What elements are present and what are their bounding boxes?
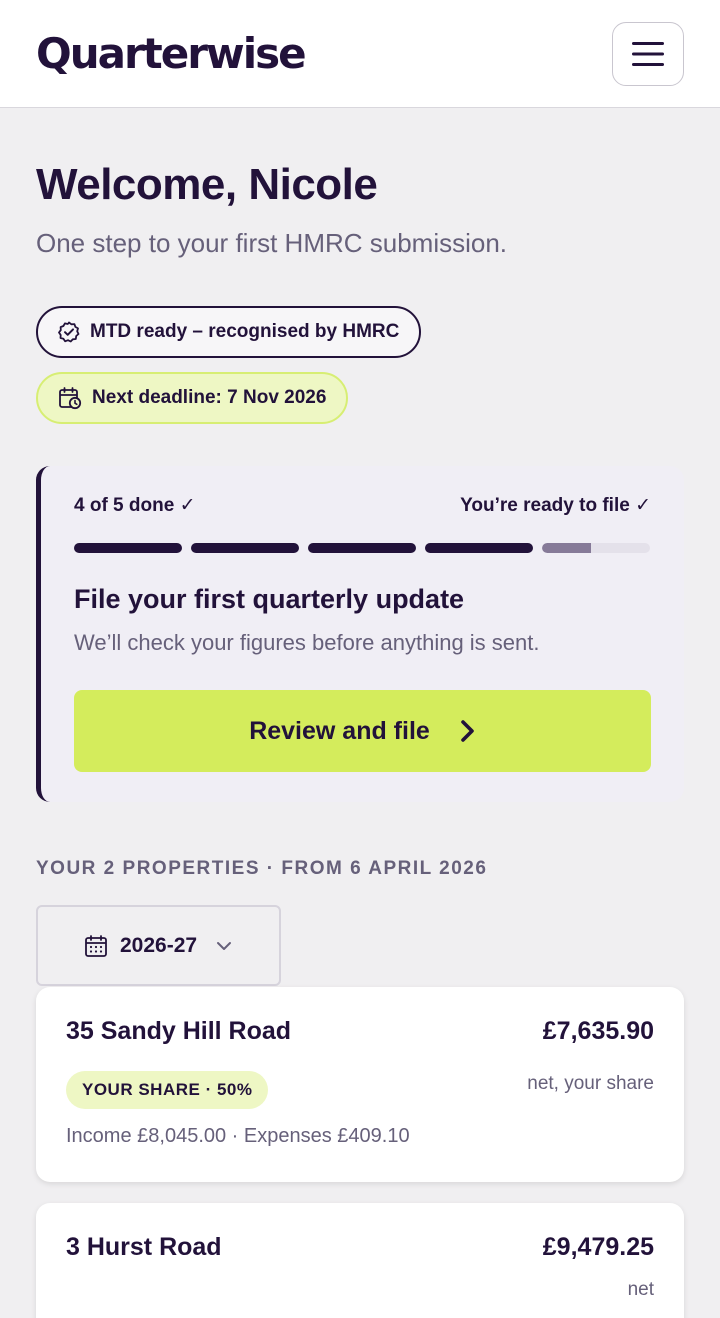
- progress-segment-2: [191, 543, 299, 553]
- share-badge: YOUR SHARE · 50%: [66, 1071, 269, 1109]
- mtd-ready-badge: MTD ready – recognised by HMRC: [36, 306, 422, 358]
- app-logo[interactable]: Quarterwise: [36, 26, 307, 82]
- page-subtitle: One step to your first HMRC submission.: [36, 228, 508, 258]
- property-card[interactable]: 35 Sandy Hill Road £7,635.90 net, your s…: [36, 987, 684, 1182]
- quarterly-update-title: File your first quarterly update: [74, 584, 465, 614]
- property-amount-caption: net, your share: [527, 1073, 654, 1094]
- progress-segment-4: [425, 543, 533, 553]
- next-deadline-badge: Next deadline: 7 Nov 2026: [36, 372, 349, 424]
- property-income-expenses: Income £8,045.00 · Expenses £409.10: [66, 1125, 410, 1147]
- check-badge-icon: [58, 321, 80, 343]
- property-net-amount: £7,635.90: [542, 1017, 654, 1045]
- menu-button[interactable]: [612, 22, 684, 86]
- chevron-right-icon: [461, 720, 474, 742]
- property-name: 35 Sandy Hill Road: [66, 1017, 292, 1045]
- property-name: 3 Hurst Road: [66, 1233, 222, 1261]
- progress-segment-5: [542, 543, 650, 553]
- progress-segment-3: [308, 543, 416, 553]
- property-net-amount: £9,479.25: [542, 1233, 654, 1261]
- property-amount-caption: net: [627, 1279, 654, 1300]
- progress-segment-5-fill: [542, 543, 591, 553]
- review-and-file-label: Review and file: [249, 716, 430, 745]
- properties-section-label: YOUR 2 PROPERTIES · FROM 6 APRIL 2026: [36, 858, 488, 879]
- quarterly-update-subtitle: We’ll check your figures before anything…: [74, 630, 540, 655]
- page-title: Welcome, Nicole: [36, 160, 378, 209]
- property-card[interactable]: 3 Hurst Road £9,479.25 net: [36, 1203, 684, 1318]
- calendar-clock-icon: [59, 387, 82, 410]
- steps-done-label: 4 of 5 done ✓: [74, 495, 196, 516]
- next-deadline-label: Next deadline: 7 Nov 2026: [92, 387, 327, 408]
- tax-year-value: 2026-27: [120, 933, 198, 957]
- tax-year-select[interactable]: 2026-27: [36, 905, 281, 986]
- mtd-ready-label: MTD ready – recognised by HMRC: [90, 321, 400, 342]
- top-bar: Quarterwise: [0, 0, 720, 108]
- calendar-icon: [85, 934, 107, 957]
- ready-to-file-label: You’re ready to file ✓: [460, 495, 651, 516]
- review-and-file-button[interactable]: Review and file: [74, 690, 651, 772]
- chevron-down-icon: [217, 941, 232, 950]
- hamburger-menu-icon: [632, 42, 664, 66]
- progress-segment-1: [74, 543, 182, 553]
